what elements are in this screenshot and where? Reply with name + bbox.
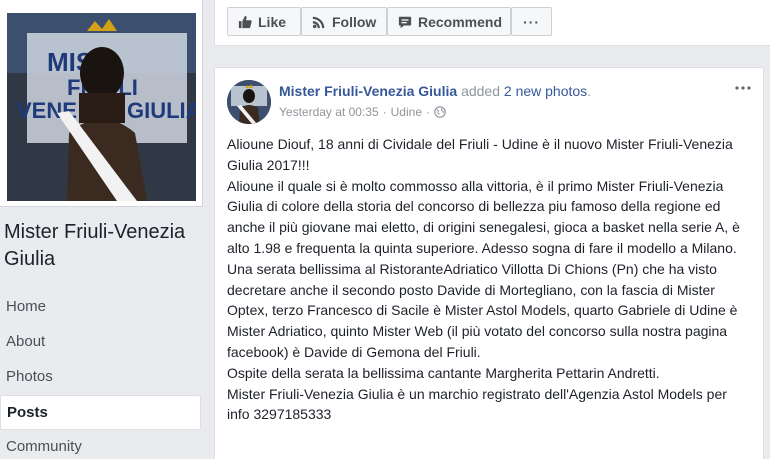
ellipsis-icon xyxy=(735,86,751,90)
more-options-button[interactable]: ··· xyxy=(511,7,552,36)
post-photo-count-link[interactable]: 2 new photos xyxy=(504,83,587,99)
post-location[interactable]: Udine xyxy=(391,105,422,119)
post-header: Mister Friuli-Venezia Giulia added 2 new… xyxy=(279,83,591,99)
post-verb: added xyxy=(461,83,500,99)
speech-bubble-icon xyxy=(398,16,412,28)
post-paragraph: Ospite della serata la bellissima cantan… xyxy=(227,364,660,381)
recommend-button[interactable]: Recommend xyxy=(387,7,511,36)
meta-separator: · xyxy=(382,105,387,119)
post-paragraph: Una serata bellissima al RistoranteAdria… xyxy=(227,260,738,360)
page-title: Mister Friuli-Venezia Giulia xyxy=(4,221,186,270)
avatar-image xyxy=(227,80,271,124)
profile-picture-frame: MIST FRIULI VENE GIULIA xyxy=(0,0,203,207)
nav-item-posts[interactable]: Posts xyxy=(0,395,201,430)
post-body: Alioune Diouf, 18 anni di Cividale del F… xyxy=(227,134,751,425)
post-paragraph: Mister Friuli-Venezia Giulia è un marchi… xyxy=(227,385,727,423)
recommend-label: Recommend xyxy=(418,13,503,30)
like-button[interactable]: Like xyxy=(227,7,301,36)
profile-photo-image: MIST FRIULI VENE GIULIA xyxy=(7,13,196,201)
post-meta: Yesterday at 00:35 · Udine · xyxy=(279,105,446,119)
rss-follow-icon xyxy=(312,16,325,28)
post-card: Mister Friuli-Venezia Giulia added 2 new… xyxy=(214,67,764,459)
nav-item-photos[interactable]: Photos xyxy=(0,360,201,395)
meta-separator: · xyxy=(426,105,430,119)
svg-text:GIULIA: GIULIA xyxy=(127,98,196,123)
post-author-avatar[interactable] xyxy=(227,80,271,124)
nav-item-community[interactable]: Community xyxy=(0,430,201,459)
post-timestamp[interactable]: Yesterday at 00:35 xyxy=(279,105,379,119)
page-nav: Home About Photos Posts Community xyxy=(0,290,201,459)
follow-label: Follow xyxy=(332,13,377,30)
nav-item-about[interactable]: About xyxy=(0,325,201,360)
post-paragraph: Alioune Diouf, 18 anni di Cividale del F… xyxy=(227,136,733,173)
post-header-period: . xyxy=(587,83,592,99)
page-action-bar: Like Follow Recommend ··· xyxy=(214,0,770,46)
more-dots-icon: ··· xyxy=(523,13,540,30)
profile-picture[interactable]: MIST FRIULI VENE GIULIA xyxy=(7,13,196,201)
thumbs-up-icon xyxy=(238,15,252,28)
post-paragraph: Alioune il quale si è molto commosso all… xyxy=(227,177,740,256)
like-label: Like xyxy=(258,13,287,30)
follow-button[interactable]: Follow xyxy=(301,7,387,36)
post-author-link[interactable]: Mister Friuli-Venezia Giulia xyxy=(279,83,457,99)
post-options-button[interactable] xyxy=(735,80,751,96)
nav-item-home[interactable]: Home xyxy=(0,290,201,325)
globe-icon[interactable] xyxy=(434,106,446,118)
